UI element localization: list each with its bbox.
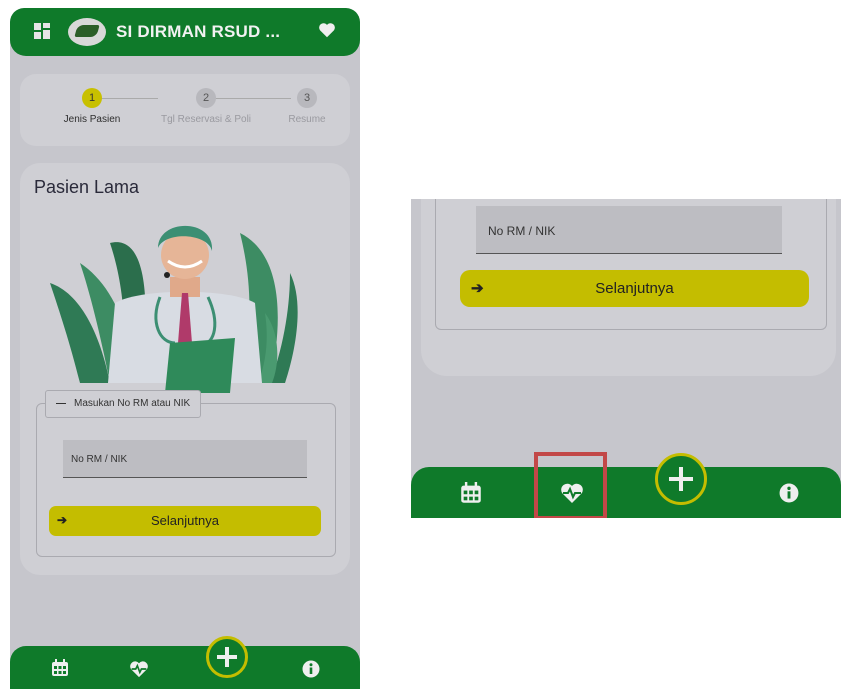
- calendar-icon[interactable]: [51, 659, 69, 677]
- zoomed-rm-nik-input[interactable]: No RM / NIK: [476, 206, 782, 254]
- zoomed-next-button-label: Selanjutnya: [595, 280, 674, 297]
- next-button-label: Selanjutnya: [151, 513, 219, 528]
- info-icon[interactable]: [302, 660, 320, 678]
- zoomed-bottom-nav: [411, 467, 841, 518]
- add-button[interactable]: [206, 636, 248, 678]
- step-label: Jenis Pasien: [63, 114, 121, 125]
- step-label: Resume: [288, 114, 326, 125]
- step-3[interactable]: 3 Resume: [247, 88, 360, 125]
- step-1[interactable]: 1 Jenis Pasien: [32, 88, 152, 125]
- step-number: 1: [82, 88, 102, 108]
- fieldset-legend: Masukan No RM atau NIK: [45, 390, 202, 418]
- rm-nik-fieldset: Masukan No RM atau NIK No RM / NIK ➔ Sel…: [36, 390, 336, 557]
- patient-card: Pasien Lama Masukan No RM atau NIK No RM…: [20, 163, 350, 575]
- zoomed-add-button[interactable]: [655, 453, 707, 505]
- bottom-nav: [10, 646, 360, 689]
- calendar-icon[interactable]: [460, 482, 482, 504]
- next-button[interactable]: ➔ Selanjutnya: [49, 506, 321, 536]
- app-logo: [68, 18, 106, 46]
- rm-nik-input[interactable]: No RM / NIK: [63, 440, 307, 478]
- heart-icon[interactable]: [318, 22, 336, 38]
- doctor-illustration: [50, 225, 298, 393]
- legend-label: Masukan No RM atau NIK: [74, 398, 191, 409]
- app-title: SI DIRMAN RSUD ...: [116, 22, 281, 41]
- grid-icon[interactable]: [34, 23, 50, 39]
- zoomed-next-button[interactable]: ➔ Selanjutnya: [460, 270, 809, 307]
- phone-screen: SI DIRMAN RSUD ... 1 Jenis Pasien 2 Tgl …: [10, 8, 360, 689]
- zoomed-view: No RM / NIK ➔ Selanjutnya: [411, 199, 841, 518]
- progress-stepper: 1 Jenis Pasien 2 Tgl Reservasi & Poli 3 …: [20, 74, 350, 146]
- info-icon[interactable]: [779, 483, 799, 503]
- step-number: 2: [196, 88, 216, 108]
- heartbeat-icon[interactable]: [129, 660, 149, 678]
- step-number: 3: [297, 88, 317, 108]
- highlight-box: [534, 452, 607, 518]
- zoomed-card: No RM / NIK ➔ Selanjutnya: [421, 199, 836, 376]
- top-app-bar: SI DIRMAN RSUD ...: [10, 8, 360, 56]
